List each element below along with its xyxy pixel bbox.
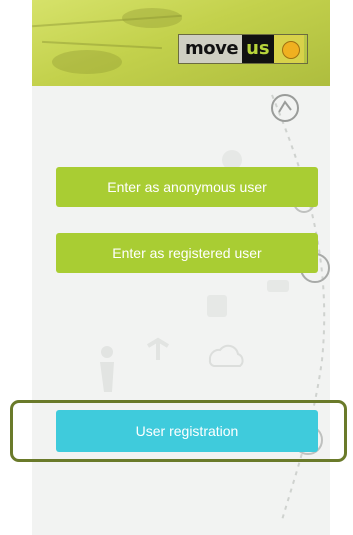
enter-registered-button[interactable]: Enter as registered user — [56, 233, 318, 273]
cloud-icon — [208, 344, 244, 367]
registration-highlight-frame — [10, 400, 347, 462]
enter-anonymous-button[interactable]: Enter as anonymous user — [56, 167, 318, 207]
walking-person-icon — [100, 346, 114, 392]
signpost-icon — [146, 337, 170, 360]
